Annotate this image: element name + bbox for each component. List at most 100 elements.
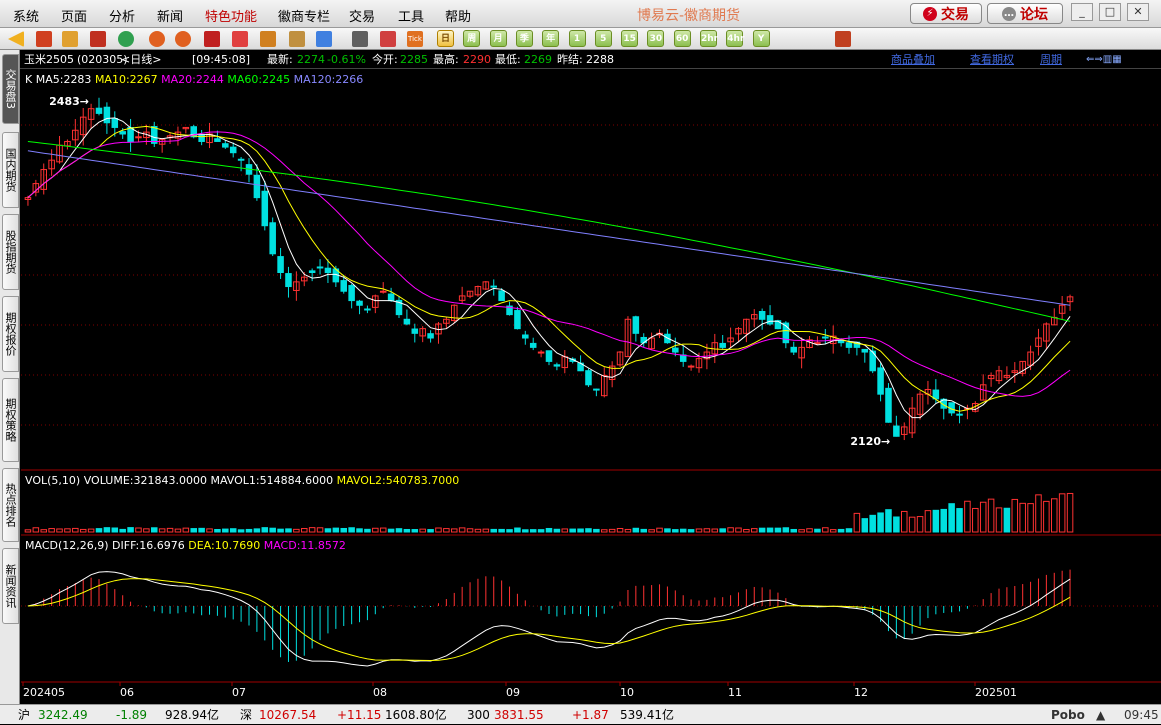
candle-body-16 [151, 126, 158, 144]
volume-bar-123 [995, 507, 1003, 533]
volume-bar-106 [861, 518, 869, 533]
period-9-button[interactable]: 60 [673, 30, 691, 47]
volume-bar-36 [308, 527, 316, 533]
volume-bar-13 [127, 527, 134, 533]
sidebar-tab-3[interactable]: 期权报价 [2, 296, 19, 372]
chart-icon[interactable] [380, 31, 396, 47]
volume-bar-17 [158, 528, 166, 533]
menu-huishang[interactable]: 徽商专栏 [278, 6, 330, 25]
ma10-line [27, 125, 1071, 412]
candle-body-101 [822, 336, 829, 339]
volume-bar-15 [143, 528, 150, 533]
screen-icon[interactable] [835, 31, 851, 47]
sidebar-tab-5[interactable]: 热点排名 [2, 468, 19, 542]
volume-bar-2 [40, 529, 47, 533]
volume-bar-50 [419, 528, 426, 533]
period-5-button[interactable]: 1 [568, 30, 586, 47]
volume-bar-100 [814, 528, 821, 533]
volume-bar-60 [498, 528, 505, 533]
high-label: 最高: [433, 53, 459, 66]
menu-page[interactable]: 页面 [61, 6, 87, 25]
candle-body-51 [427, 333, 434, 339]
volume-bar-56 [466, 528, 474, 533]
period-link[interactable]: 周期 [1040, 50, 1062, 69]
volume-bar-19 [174, 528, 182, 533]
period-6-button[interactable]: 5 [594, 30, 612, 47]
volume-bar-58 [482, 528, 490, 533]
volume-bar-53 [443, 528, 450, 533]
menu-news[interactable]: 新闻 [157, 6, 183, 25]
zoom-in-icon[interactable] [149, 31, 165, 47]
tick-icon[interactable]: Tick [407, 31, 423, 47]
database-icon[interactable] [62, 31, 78, 47]
draw-pen-icon[interactable] [232, 31, 248, 47]
volume-bar-89 [727, 527, 734, 533]
volume-bar-110 [893, 516, 900, 533]
period-8-button[interactable]: 30 [647, 30, 665, 47]
f10-icon[interactable] [90, 31, 106, 47]
period-0-button[interactable]: 日 [437, 30, 454, 47]
sidebar-tab-6[interactable]: 新闻资讯 [2, 548, 19, 624]
candle-body-82 [672, 347, 679, 353]
prev-label: 昨结: [557, 53, 583, 66]
refresh-icon[interactable] [118, 31, 134, 47]
period-11-button[interactable]: 4hr [726, 30, 744, 47]
volume-bar-115 [932, 509, 940, 533]
volume-bar-14 [135, 527, 142, 533]
nav-arrows-icon[interactable]: ⇐⇒▥▦ [1086, 50, 1122, 69]
table-icon[interactable] [352, 31, 368, 47]
volume-bar-112 [908, 516, 916, 533]
zoom-out-icon[interactable] [175, 31, 191, 47]
back-arrow-icon[interactable] [8, 31, 24, 47]
window-icon[interactable] [204, 31, 220, 47]
menu-help[interactable]: 帮助 [445, 6, 471, 25]
candle-body-43 [364, 308, 371, 311]
maximize-button[interactable]: □ [1099, 3, 1121, 21]
low-annotation: 2120→ [850, 435, 890, 448]
period-10-button[interactable]: 2hr [700, 30, 718, 47]
volume-bar-130 [1051, 498, 1058, 533]
close-button[interactable]: ✕ [1127, 3, 1149, 21]
volume-bar-34 [293, 528, 300, 533]
menu-features[interactable]: 特色功能 [205, 6, 257, 25]
trade-button[interactable]: ⚡ 交易 [910, 3, 982, 24]
new-icon[interactable] [316, 31, 332, 47]
volume-bar-97 [790, 528, 798, 533]
volume-bar-6 [72, 527, 79, 533]
volume-bar-71 [585, 528, 592, 533]
sidebar-tab-4[interactable]: 期权策略 [2, 378, 19, 462]
sidebar-tab-0[interactable]: 交易盘3 [2, 54, 19, 124]
volume-bar-129 [1043, 500, 1050, 533]
period-1-button[interactable]: 周 [463, 30, 481, 47]
sidebar-tab-2[interactable]: 股指期货 [2, 214, 19, 290]
forum-button[interactable]: … 论坛 [987, 3, 1063, 24]
period-12-button[interactable]: Y [752, 30, 770, 47]
options-link[interactable]: 查看期权 [970, 50, 1014, 69]
overlay-link[interactable]: 商品叠加 [891, 50, 935, 69]
volume-bar-127 [1027, 503, 1034, 533]
period-4-button[interactable]: 年 [542, 30, 560, 47]
volume-bar-118 [956, 508, 963, 533]
volume-bar-31 [269, 527, 276, 533]
menu-trade[interactable]: 交易 [349, 6, 375, 25]
home-icon[interactable] [36, 31, 52, 47]
bell-icon[interactable] [260, 31, 276, 47]
candle-body-108 [877, 367, 884, 395]
volume-bar-119 [964, 500, 971, 533]
period-7-button[interactable]: 15 [621, 30, 639, 47]
volume-bar-68 [561, 528, 569, 533]
kline-chart[interactable]: 2483→ 2120→ 202405 06 07 08 09 10 11 12 202501 [21, 70, 1161, 704]
volume-bar-105 [853, 512, 861, 533]
volume-bar-55 [458, 527, 466, 533]
menu-tools[interactable]: 工具 [398, 6, 424, 25]
sidebar-tab-1[interactable]: 国内期货 [2, 132, 19, 208]
volume-bar-7 [79, 528, 87, 533]
minimize-button[interactable]: _ [1071, 3, 1093, 21]
share-icon[interactable] [289, 31, 305, 47]
period-2-button[interactable]: 月 [489, 30, 507, 47]
menu-analysis[interactable]: 分析 [109, 6, 135, 25]
period-3-button[interactable]: 季 [515, 30, 533, 47]
volume-bar-9 [95, 528, 103, 533]
menu-system[interactable]: 系统 [13, 6, 39, 25]
candle-body-71 [585, 370, 592, 386]
